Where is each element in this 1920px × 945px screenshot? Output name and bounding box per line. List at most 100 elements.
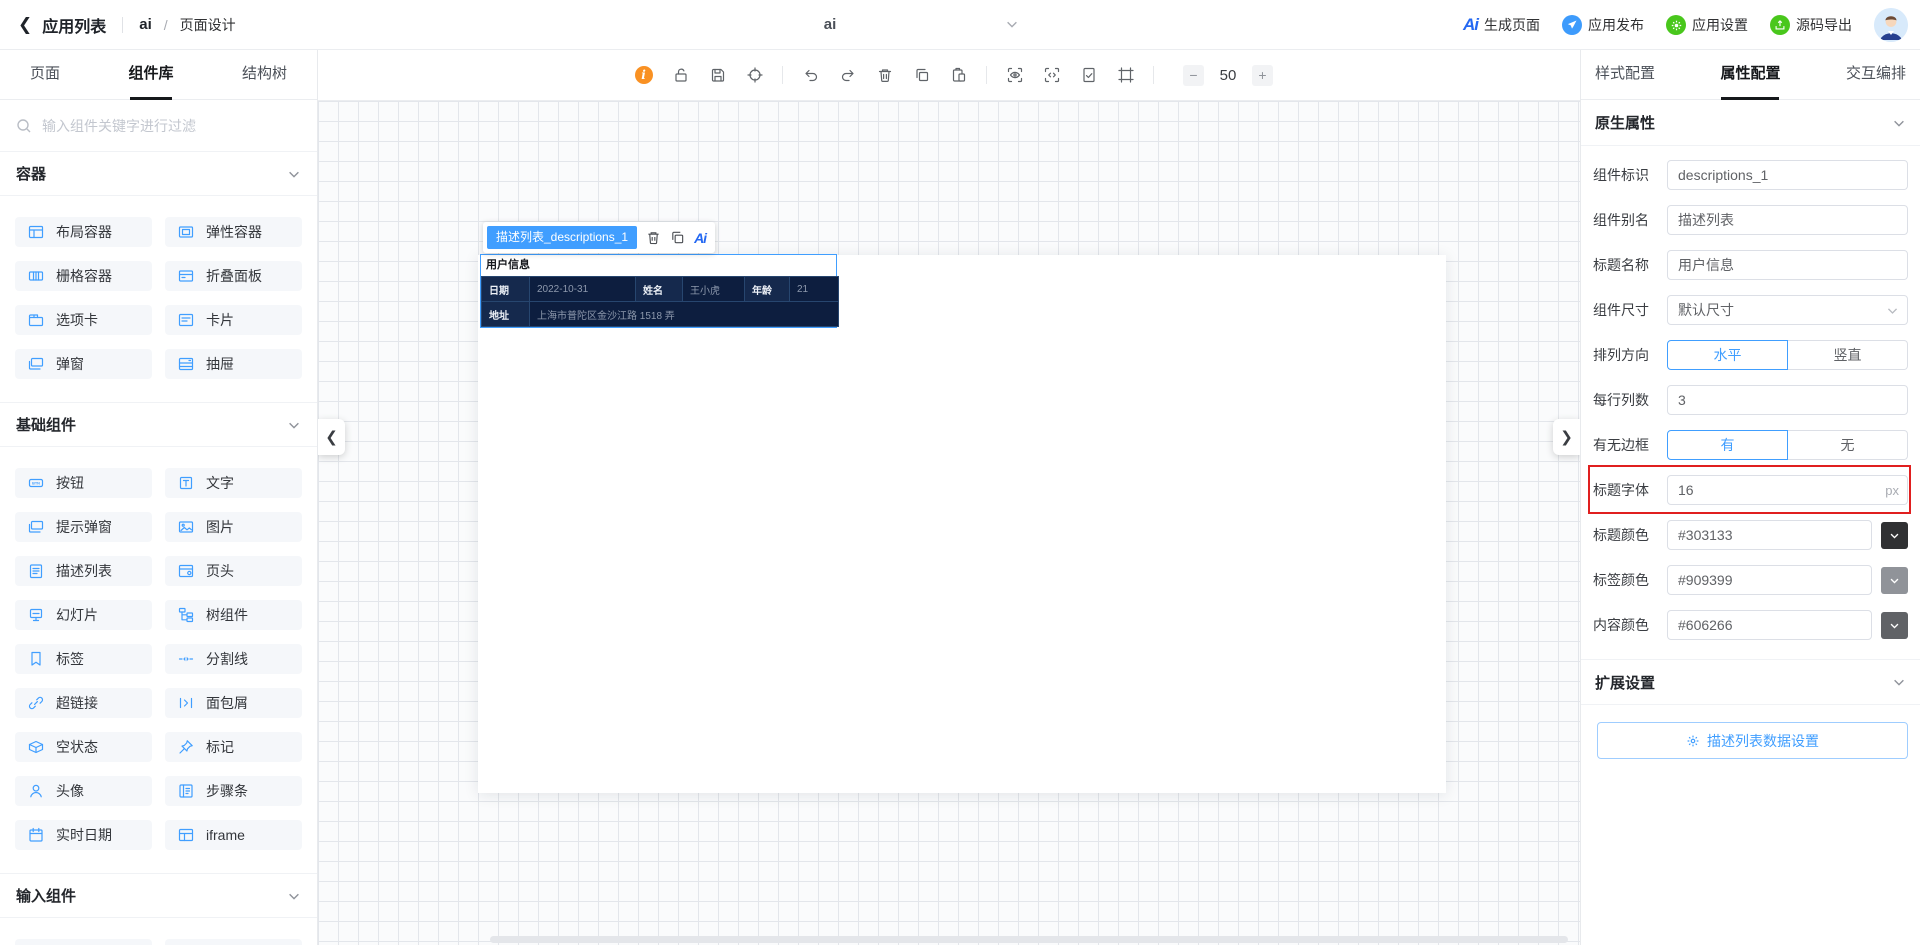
sidebar-component-item[interactable]: 步骤条 — [165, 776, 302, 806]
component-item-label: 抽屉 — [206, 356, 234, 372]
copy-icon[interactable] — [903, 60, 940, 90]
sidebar-component-item[interactable]: 标记 — [165, 732, 302, 762]
info-icon[interactable]: i — [625, 60, 662, 90]
sidebar-component-item[interactable]: 标签 — [15, 644, 152, 674]
sidebar-component-item[interactable] — [165, 939, 302, 945]
target-icon[interactable] — [736, 60, 773, 90]
sidebar-component-item[interactable]: 幻灯片 — [15, 600, 152, 630]
search-input[interactable] — [42, 117, 301, 134]
title-color-input[interactable]: #303133 — [1667, 520, 1872, 550]
sidebar-component-item[interactable]: 空状态 — [15, 732, 152, 762]
canvas-toolbar: i − 50 + — [318, 50, 1580, 101]
zoom-in-button[interactable]: + — [1252, 64, 1273, 86]
content-color-swatch[interactable] — [1881, 611, 1908, 639]
horizontal-scrollbar[interactable] — [490, 936, 1568, 943]
sidebar-component-item[interactable]: 栅格容器 — [15, 261, 152, 291]
sidebar-component-item[interactable]: 树组件 — [165, 600, 302, 630]
content-color-input[interactable]: #606266 — [1667, 610, 1872, 640]
unlock-icon[interactable] — [662, 60, 699, 90]
image-icon — [178, 519, 194, 535]
field-component-size: 组件尺寸 默认尺寸 — [1593, 295, 1908, 325]
sidebar-component-item[interactable]: 折叠面板 — [165, 261, 302, 291]
section-header[interactable]: 输入组件 — [0, 873, 317, 918]
header-actions: Ai 生成页面 应用发布 应用设置 源码导出 — [1463, 0, 1908, 50]
back-icon[interactable]: ❮ — [18, 15, 32, 35]
tab-interaction-config[interactable]: 交互编排 — [1842, 50, 1910, 100]
sidebar-component-item[interactable]: 头像 — [15, 776, 152, 806]
redo-icon[interactable] — [829, 60, 866, 90]
artboard[interactable] — [478, 255, 1446, 793]
sidebar-component-item[interactable]: 超链接 — [15, 688, 152, 718]
user-avatar[interactable] — [1874, 8, 1908, 42]
border-yes-button[interactable]: 有 — [1667, 430, 1788, 460]
sidebar-component-item[interactable]: 弹性容器 — [165, 217, 302, 247]
search-icon — [16, 118, 32, 134]
title-name-input[interactable]: 用户信息 — [1667, 250, 1908, 280]
direction-horizontal-button[interactable]: 水平 — [1667, 340, 1788, 370]
sidebar-component-item[interactable]: 描述列表 — [15, 556, 152, 586]
label-color-input[interactable]: #909399 — [1667, 565, 1872, 595]
sidebar-component-item[interactable]: 提示弹窗 — [15, 512, 152, 542]
tab-component-library[interactable]: 组件库 — [128, 50, 173, 100]
title-font-input[interactable]: 16 px — [1667, 475, 1908, 505]
sidebar-component-item[interactable]: 分割线 — [165, 644, 302, 674]
native-properties-section-header[interactable]: 原生属性 — [1581, 100, 1920, 146]
sidebar-component-item[interactable]: 选项卡 — [15, 305, 152, 335]
tab-style-config[interactable]: 样式配置 — [1591, 50, 1659, 100]
sidebar-component-item[interactable]: 实时日期 — [15, 820, 152, 850]
component-item-label: 文字 — [206, 475, 234, 491]
sidebar-component-item[interactable]: iframe — [165, 820, 302, 850]
section-header[interactable]: 基础组件 — [0, 402, 317, 447]
sidebar-component-item[interactable]: 页头 — [165, 556, 302, 586]
sidebar-component-item[interactable] — [15, 939, 152, 945]
breadcrumb: ❮ 应用列表 ai / 页面设计 — [18, 13, 236, 37]
extended-settings-section-header[interactable]: 扩展设置 — [1581, 659, 1920, 705]
undo-icon[interactable] — [792, 60, 829, 90]
component-item-label: 弹窗 — [56, 356, 84, 372]
sidebar-component-item[interactable]: 图片 — [165, 512, 302, 542]
source-export-button[interactable]: 源码导出 — [1770, 15, 1852, 35]
delete-component-icon[interactable] — [646, 230, 661, 245]
collapse-right-panel-handle[interactable]: ❯ — [1553, 419, 1580, 455]
code-preview-icon[interactable] — [1033, 60, 1070, 90]
tab-structure-tree[interactable]: 结构树 — [242, 50, 287, 100]
frame-icon[interactable] — [1107, 60, 1144, 90]
generate-page-button[interactable]: Ai 生成页面 — [1463, 15, 1540, 35]
save-icon[interactable] — [699, 60, 736, 90]
sidebar-component-item[interactable]: 文字 — [165, 468, 302, 498]
tab-property-config[interactable]: 属性配置 — [1716, 50, 1784, 100]
sidebar-component-item[interactable]: 抽屉 — [165, 349, 302, 379]
component-id-input[interactable]: descriptions_1 — [1667, 160, 1908, 190]
descriptions-component[interactable]: 用户信息 日期 2022-10-31 姓名 王小虎 年龄 21 地址 上海市普陀… — [480, 254, 839, 328]
chevron-down-icon — [289, 893, 299, 900]
app-settings-button[interactable]: 应用设置 — [1666, 15, 1748, 35]
title-color-swatch[interactable] — [1881, 521, 1908, 549]
copy-component-icon[interactable] — [670, 230, 685, 245]
paste-icon[interactable] — [940, 60, 977, 90]
sidebar-component-item[interactable]: 卡片 — [165, 305, 302, 335]
page-check-icon[interactable] — [1070, 60, 1107, 90]
canvas-grid[interactable]: 描述列表_descriptions_1 Ai 用户信息 日期 2022-10-3… — [318, 101, 1580, 945]
page-selector[interactable]: ai — [700, 0, 1025, 50]
sidebar-component-item[interactable]: 面包屑 — [165, 688, 302, 718]
sidebar-component-item[interactable]: 弹窗 — [15, 349, 152, 379]
sidebar-component-item[interactable]: BTN 按钮 — [15, 468, 152, 498]
carousel-icon — [28, 607, 44, 623]
component-alias-input[interactable]: 描述列表 — [1667, 205, 1908, 235]
section-header[interactable]: 容器 — [0, 151, 317, 196]
delete-icon[interactable] — [866, 60, 903, 90]
preview-icon[interactable] — [996, 60, 1033, 90]
direction-vertical-button[interactable]: 竖直 — [1788, 340, 1908, 370]
zoom-out-button[interactable]: − — [1183, 64, 1204, 86]
descriptions-data-settings-button[interactable]: 描述列表数据设置 — [1597, 722, 1908, 759]
ai-edit-icon[interactable]: Ai — [694, 230, 707, 246]
label-color-swatch[interactable] — [1881, 566, 1908, 594]
sidebar-component-item[interactable]: 布局容器 — [15, 217, 152, 247]
columns-per-row-input[interactable]: 3 — [1667, 385, 1908, 415]
back-to-app-list-link[interactable]: 应用列表 — [42, 13, 106, 37]
collapse-left-panel-handle[interactable]: ❮ — [318, 419, 345, 455]
component-size-select[interactable]: 默认尺寸 — [1667, 295, 1908, 325]
border-no-button[interactable]: 无 — [1788, 430, 1908, 460]
tab-pages[interactable]: 页面 — [30, 50, 60, 100]
app-publish-button[interactable]: 应用发布 — [1562, 15, 1644, 35]
